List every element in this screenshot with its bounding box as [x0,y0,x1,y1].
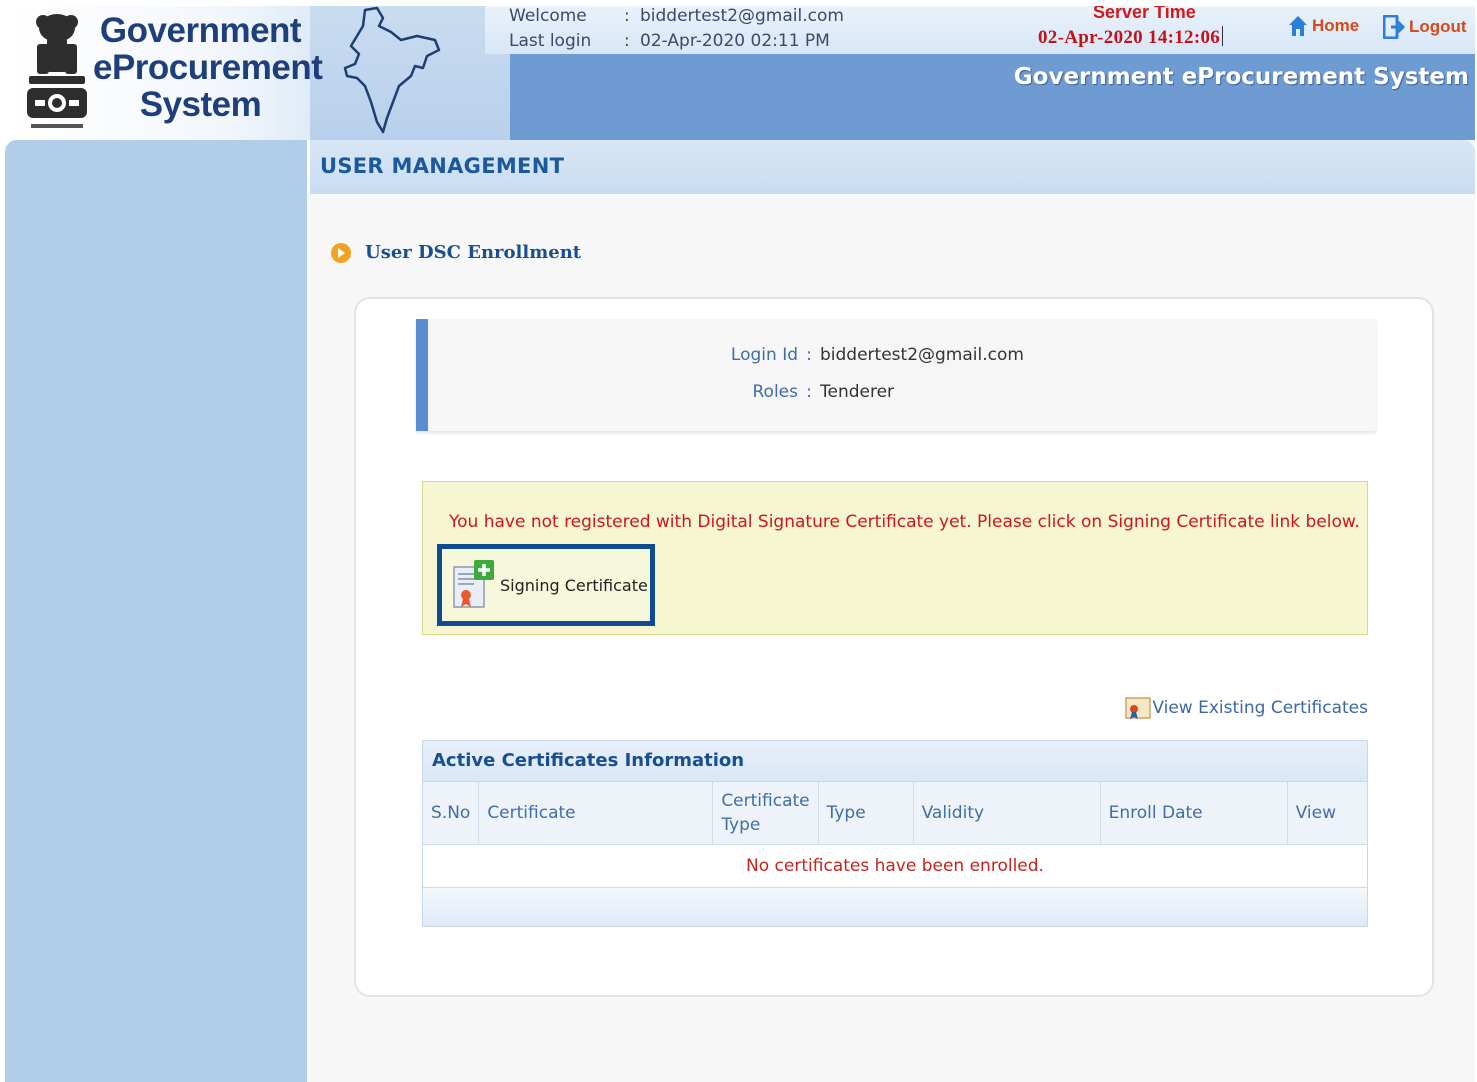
page-subtitle: User DSC Enrollment [331,242,581,263]
table-header-row: S.No Certificate Certificate Type Type V… [423,782,1367,845]
logo-line-1: Government [99,11,302,50]
play-bullet-icon [331,242,351,263]
logout-icon [1383,15,1405,39]
table-caption: Active Certificates Information [423,741,1367,782]
india-map-icon [343,6,441,134]
dsc-warning-box: You have not registered with Digital Sig… [422,481,1368,635]
system-title: Government eProcurement System [1013,64,1469,90]
logout-label: Logout [1409,17,1467,36]
logo-line-2: eProcurement [93,48,323,87]
last-login-separator: : [624,31,630,51]
section-header-bar: USER MANAGEMENT [307,140,1475,194]
logo-line-3: System [139,85,262,124]
session-info: Welcome : biddertest2@gmail.com Last log… [509,6,844,54]
login-id-colon: : [806,345,812,365]
column-header-certificate-type: Certificate Type [712,782,819,845]
welcome-separator: : [624,6,630,26]
signing-certificate-button[interactable]: Signing Certificate [437,544,655,626]
server-time-label: Server Time [1093,6,1196,22]
active-certificates-table: Active Certificates Information S.No Cer… [422,740,1368,927]
welcome-label: Welcome [509,6,587,26]
roles-value: Tenderer [820,382,895,402]
column-header-validity: Validity [913,782,1101,845]
user-info-box: Login Id : biddertest2@gmail.com Roles :… [416,319,1376,431]
left-sidebar [5,140,307,1082]
table-row: No certificates have been enrolled. [423,844,1367,888]
home-icon [1289,16,1307,36]
signing-certificate-label: Signing Certificate [500,575,648,595]
column-header-view: View [1287,782,1367,845]
enrollment-panel: Login Id : biddertest2@gmail.com Roles :… [354,297,1434,997]
certificate-icon [1125,697,1152,719]
roles-row: Roles : Tenderer [428,382,895,402]
roles-label: Roles [752,382,799,402]
certificates-grid: S.No Certificate Certificate Type Type V… [423,782,1367,888]
roles-colon: : [806,382,812,402]
site-logo-text: Government eProcurement System [93,11,323,124]
column-header-enroll-date: Enroll Date [1100,782,1288,845]
national-emblem-icon [27,14,87,128]
empty-table-message: No certificates have been enrolled. [423,844,1367,888]
column-header-type: Type [818,782,914,845]
subtitle-text: User DSC Enrollment [365,242,582,263]
home-link[interactable]: Home [1288,15,1359,37]
logout-link[interactable]: Logout [1383,15,1467,39]
last-login-value: 02-Apr-2020 02:11 PM [640,31,830,51]
main-content: USER MANAGEMENT User DSC Enrollment Logi… [307,140,1475,1082]
certificate-add-icon [453,560,494,608]
login-id-row: Login Id : biddertest2@gmail.com [428,345,1024,365]
view-existing-certificates-link[interactable]: View Existing Certificates [1124,695,1368,721]
server-time-value: 02-Apr-2020 14:12:06 [1038,26,1223,49]
view-existing-label: View Existing Certificates [1152,698,1368,718]
section-title: USER MANAGEMENT [320,154,565,178]
table-footer [423,888,1367,926]
last-login-label: Last login [509,31,592,51]
page-header: Government eProcurement System Welcome :… [5,6,1475,140]
column-header-sno: S.No [423,782,480,845]
welcome-value: biddertest2@gmail.com [640,6,844,26]
dsc-warning-message: You have not registered with Digital Sig… [449,512,1360,532]
login-id-value: biddertest2@gmail.com [820,345,1024,365]
login-id-label: Login Id [730,345,798,365]
column-header-certificate: Certificate [478,782,714,845]
home-label: Home [1312,16,1360,35]
